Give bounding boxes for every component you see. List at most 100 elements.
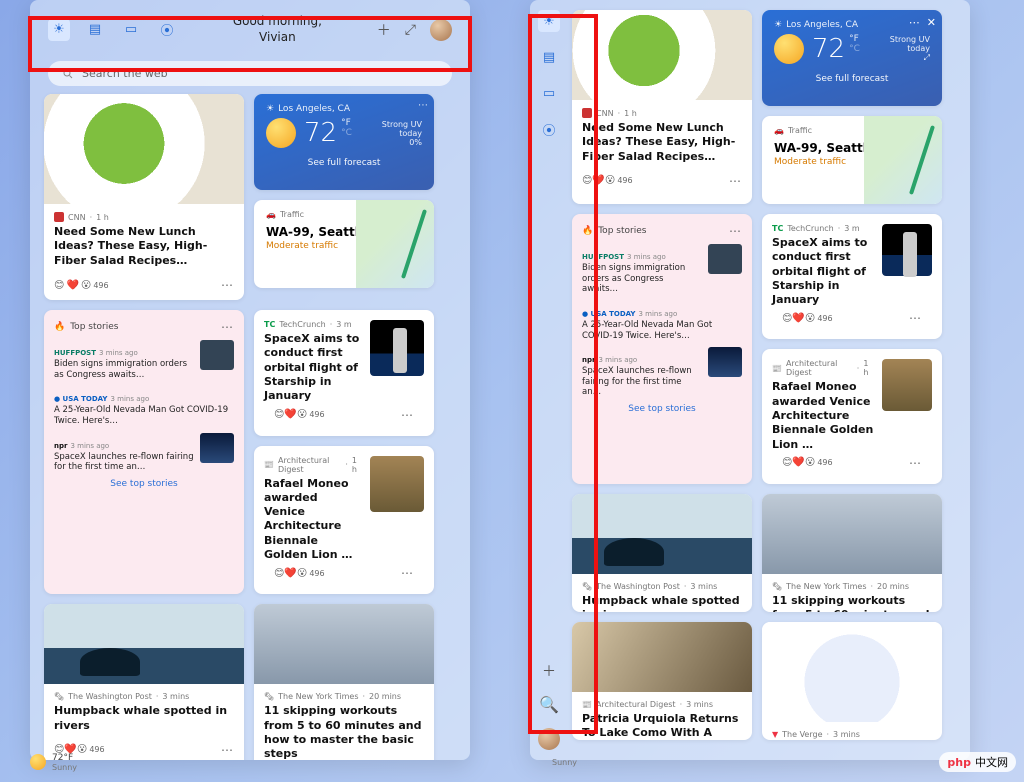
user-avatar[interactable] <box>538 728 560 750</box>
card-more-icon[interactable]: ⋯ <box>729 224 742 238</box>
news-card-spacex[interactable]: TC TechCrunch · 3 m SpaceX aims to condu… <box>762 214 942 339</box>
tab-map-icon[interactable]: ⦿ <box>538 118 560 140</box>
news-card-urquiola[interactable]: 📰 Architectural Digest · 3 mins Patricia… <box>572 622 752 740</box>
tab-todo-icon[interactable]: ▤ <box>84 19 106 41</box>
news-card-moneo[interactable]: 📰 Architectural Digest · 1 h Rafael Mone… <box>254 446 434 595</box>
taskbar-weather[interactable]: Sunny <box>530 748 577 776</box>
right-stack: ☀ Los Angeles, CA ⋯ 72 °F°C Strong UV to… <box>254 94 434 300</box>
reactions[interactable]: 😊❤️😮496 <box>274 409 325 420</box>
right-stack: ☀ Los Angeles, CA ⋯ ✕ 72 °F°C Strong UV … <box>762 10 942 204</box>
weather-location: ☀ Los Angeles, CA <box>266 104 422 114</box>
right-stack-2: TC TechCrunch · 3 m SpaceX aims to condu… <box>254 310 434 594</box>
story-thumb <box>200 433 234 463</box>
news-title: SpaceX aims to conduct first orbital fli… <box>264 332 362 403</box>
news-title: Humpback whale spotted in rivers <box>54 704 234 733</box>
user-avatar[interactable] <box>430 19 452 41</box>
card-more-icon[interactable]: ⋯ <box>909 311 922 325</box>
search-icon <box>62 68 74 80</box>
news-title: Need Some New Lunch Ideas? These Easy, H… <box>54 225 234 268</box>
card-more-icon[interactable]: ⋯ <box>729 174 742 188</box>
news-thumb <box>882 359 932 411</box>
reactions[interactable]: 😊❤️😮496 <box>582 175 633 186</box>
news-title: Need Some New Lunch Ideas? These Easy, H… <box>582 121 742 164</box>
news-card-spacex[interactable]: TC TechCrunch · 3 m SpaceX aims to condu… <box>254 310 434 435</box>
tab-todo-icon[interactable]: ▤ <box>538 46 560 68</box>
weather-more-icon[interactable]: ⋯ <box>418 100 428 111</box>
news-source: CNN · 1 h <box>54 212 234 222</box>
reactions[interactable]: 😊❤️😮496 <box>54 280 109 291</box>
see-top-stories-link[interactable]: See top stories <box>54 479 234 489</box>
close-icon[interactable]: ⋯ ✕ <box>909 16 936 29</box>
weather-unit: °F°C <box>849 34 860 54</box>
news-card-win11[interactable]: ▼ The Verge · 3 mins Microsoft will rele… <box>762 622 942 740</box>
widgets-feed: CNN · 1 h Need Some New Lunch Ideas? The… <box>30 94 470 760</box>
tab-video-icon[interactable]: ▭ <box>120 19 142 41</box>
reactions[interactable]: 😊❤️😮496 <box>782 313 833 324</box>
reactions[interactable]: 😊❤️😮496 <box>274 568 325 579</box>
news-image <box>572 10 752 100</box>
weather-forecast-link[interactable]: See full forecast <box>266 158 422 168</box>
news-card-whale[interactable]: 🗞 The Washington Post · 3 mins Humpback … <box>44 604 244 760</box>
search-placeholder: Search the web <box>82 67 168 80</box>
traffic-map <box>356 200 434 288</box>
top-story-item[interactable]: HUFFPOST3 mins agoBiden signs immigratio… <box>582 244 742 295</box>
taskbar-weather[interactable]: 72°FSunny <box>30 748 77 776</box>
news-card-lunch[interactable]: CNN · 1 h Need Some New Lunch Ideas? The… <box>44 94 244 300</box>
top-story-item[interactable]: ● USA TODAY3 mins agoA 25-Year-Old Nevad… <box>582 301 742 341</box>
sun-icon <box>774 34 804 64</box>
news-image <box>44 94 244 204</box>
see-top-stories-link[interactable]: See top stories <box>582 404 742 414</box>
weather-widget[interactable]: ☀ Los Angeles, CA ⋯ ✕ 72 °F°C Strong UV … <box>762 10 942 106</box>
tab-video-icon[interactable]: ▭ <box>538 82 560 104</box>
card-more-icon[interactable]: ⋯ <box>221 743 234 757</box>
taskbar-cond: Sunny <box>52 763 77 772</box>
top-stories-widget[interactable]: 🔥 Top stories⋯ HUFFPOST3 mins agoBiden s… <box>572 214 752 484</box>
top-story-item[interactable]: HUFFPOST3 mins agoBiden signs immigratio… <box>54 340 234 380</box>
widgets-board-expanded: ☀ ▤ ▭ ⦿ Good morning, Vivian ＋ ⤢ Search … <box>30 0 470 760</box>
widgets-header: ☀ ▤ ▭ ⦿ Good morning, Vivian ＋ ⤢ <box>30 0 470 53</box>
greeting-line-2: Vivian <box>233 30 322 46</box>
sun-icon <box>266 118 296 148</box>
news-card-workout[interactable]: 🗞 The New York Times · 20 mins 11 skippi… <box>762 494 942 612</box>
tab-map-icon[interactable]: ⦿ <box>156 19 178 41</box>
add-widget-button[interactable]: ＋ <box>377 20 391 40</box>
news-card-whale[interactable]: 🗞 The Washington Post · 3 mins Humpback … <box>572 494 752 612</box>
header-tab-icons: ☀ ▤ ▭ ⦿ <box>48 19 178 41</box>
expand-icon[interactable]: ⤢ <box>405 22 416 38</box>
news-thumb <box>370 456 424 512</box>
news-source: 🗞 The New York Times · 20 mins <box>772 582 932 591</box>
news-source: 🗞 The Washington Post · 3 mins <box>54 692 234 701</box>
top-story-item[interactable]: ● USA TODAY3 mins agoA 25-Year-Old Nevad… <box>54 386 234 426</box>
card-more-icon[interactable]: ⋯ <box>221 278 234 292</box>
news-card-workout[interactable]: 🗞 The New York Times · 20 mins 11 skippi… <box>254 604 434 760</box>
reactions[interactable]: 😊❤️😮496 <box>782 457 833 468</box>
traffic-widget[interactable]: 🚗 Traffic WA-99, Seattle Moderate traffi… <box>762 116 942 204</box>
card-more-icon[interactable]: ⋯ <box>401 566 414 580</box>
add-widget-button[interactable]: ＋ <box>542 661 556 681</box>
tab-weather-icon[interactable]: ☀ <box>48 19 70 41</box>
search-input[interactable]: Search the web <box>48 61 452 86</box>
card-more-icon[interactable]: ⋯ <box>909 456 922 470</box>
news-card-lunch[interactable]: CNN · 1 h Need Some New Lunch Ideas? The… <box>572 10 752 204</box>
card-more-icon[interactable]: ⋯ <box>221 320 234 334</box>
card-more-icon[interactable]: ⋯ <box>401 408 414 422</box>
news-source: 📰 Architectural Digest · 3 mins <box>582 700 742 709</box>
top-story-item[interactable]: npr3 mins agoSpaceX launches re-flown fa… <box>582 347 742 398</box>
news-thumb <box>882 224 932 276</box>
weather-forecast-link[interactable]: See full forecast <box>774 74 930 84</box>
weather-unit: °F°C <box>341 118 352 138</box>
search-icon[interactable]: 🔍 <box>539 695 559 714</box>
tab-weather-icon[interactable]: ☀ <box>538 10 560 32</box>
traffic-map <box>864 116 942 204</box>
right-stack-2: TC TechCrunch · 3 m SpaceX aims to condu… <box>762 214 942 484</box>
widgets-sidebar: ☀ ▤ ▭ ⦿ ＋ 🔍 <box>530 0 568 760</box>
traffic-widget[interactable]: 🚗 Traffic WA-99, Seattle Moderate traffi… <box>254 200 434 288</box>
top-story-item[interactable]: npr3 mins agoSpaceX launches re-flown fa… <box>54 433 234 473</box>
top-stories-header: 🔥 Top stories⋯ <box>54 320 234 334</box>
widgets-feed: CNN · 1 h Need Some New Lunch Ideas? The… <box>568 0 970 760</box>
weather-widget[interactable]: ☀ Los Angeles, CA ⋯ 72 °F°C Strong UV to… <box>254 94 434 190</box>
news-image <box>762 494 942 574</box>
top-stories-widget[interactable]: 🔥 Top stories⋯ HUFFPOST3 mins agoBiden s… <box>44 310 244 594</box>
news-card-moneo[interactable]: 📰 Architectural Digest · 1 h Rafael Mone… <box>762 349 942 483</box>
weather-location: ☀ Los Angeles, CA <box>774 20 930 30</box>
